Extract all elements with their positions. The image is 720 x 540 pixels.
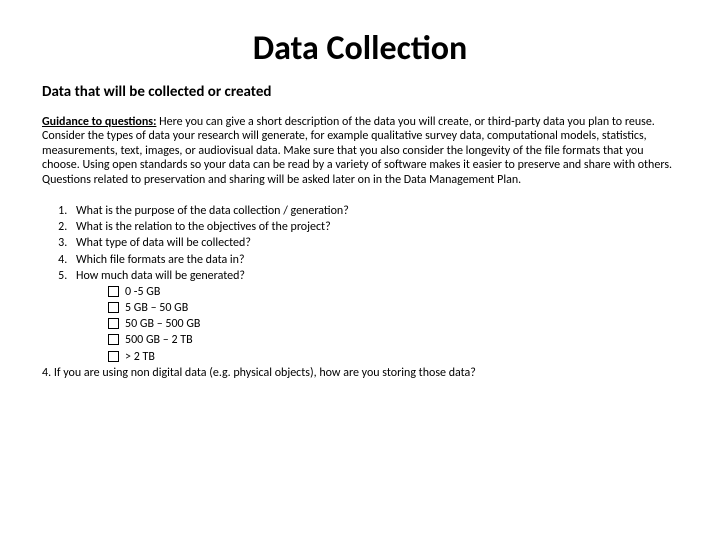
checkbox-icon [108, 351, 119, 362]
checkbox-item: 500 GB – 2 TB [102, 332, 678, 348]
checkbox-icon [108, 302, 119, 313]
option-label: 500 GB – 2 TB [125, 332, 193, 348]
question-list: What is the purpose of the data collecti… [42, 203, 678, 365]
list-item: Which file formats are the data in? [70, 252, 678, 268]
guidance-paragraph: Guidance to questions: Here you can give… [42, 115, 678, 187]
size-options-list: 0 -5 GB 5 GB – 50 GB 50 GB – 500 GB 500 … [76, 284, 678, 365]
checkbox-icon [108, 334, 119, 345]
option-label: 5 GB – 50 GB [125, 300, 188, 316]
option-label: 50 GB – 500 GB [125, 316, 200, 332]
list-item: What is the purpose of the data collecti… [70, 203, 678, 219]
list-item: What is the relation to the objectives o… [70, 219, 678, 235]
guidance-lead: Guidance to questions: [42, 115, 156, 129]
checkbox-icon [108, 318, 119, 329]
checkbox-item: > 2 TB [102, 349, 678, 365]
question-text: How much data will be generated? [76, 269, 245, 283]
checkbox-item: 5 GB – 50 GB [102, 300, 678, 316]
footnote-question: 4. If you are using non digital data (e.… [42, 365, 678, 381]
checkbox-icon [108, 286, 119, 297]
slide: Data Collection Data that will be collec… [0, 0, 720, 401]
option-label: > 2 TB [125, 349, 155, 365]
section-subtitle: Data that will be collected or created [42, 83, 678, 101]
list-item: What type of data will be collected? [70, 235, 678, 251]
checkbox-item: 50 GB – 500 GB [102, 316, 678, 332]
option-label: 0 -5 GB [125, 284, 160, 300]
list-item: How much data will be generated? 0 -5 GB… [70, 268, 678, 365]
page-title: Data Collection [42, 28, 678, 69]
checkbox-item: 0 -5 GB [102, 284, 678, 300]
